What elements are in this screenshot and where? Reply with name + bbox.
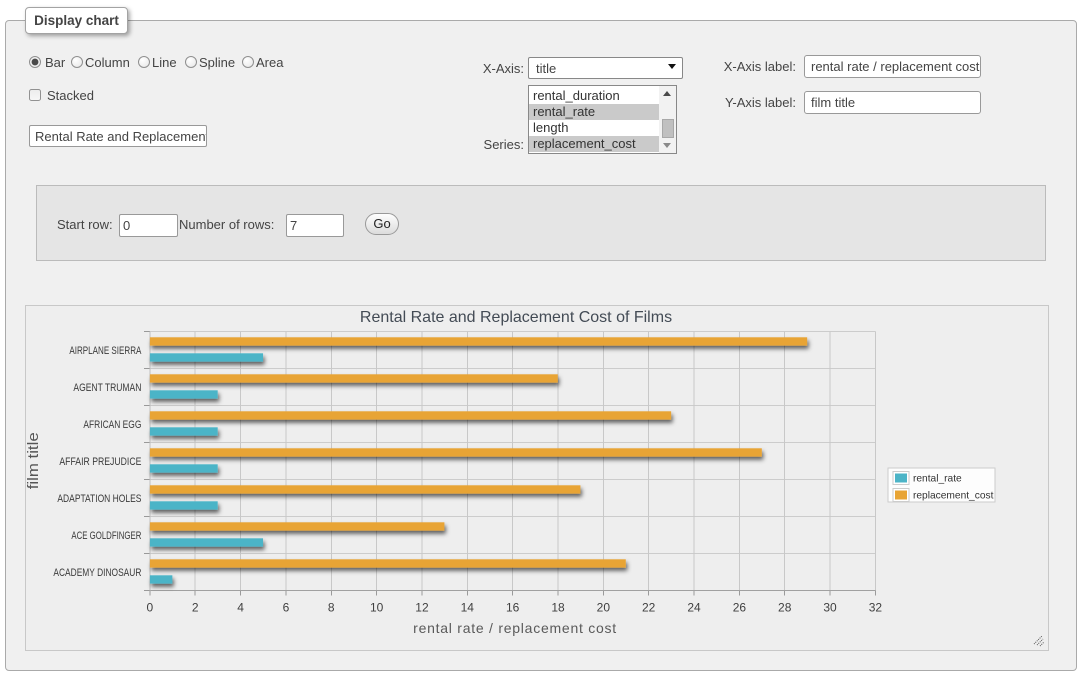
svg-text:rental_rate: rental_rate xyxy=(913,474,962,485)
svg-text:2: 2 xyxy=(192,601,199,615)
svg-text:8: 8 xyxy=(328,601,335,615)
svg-text:replacement_cost: replacement_cost xyxy=(913,491,994,502)
svg-text:26: 26 xyxy=(733,601,747,615)
svg-text:4: 4 xyxy=(237,601,244,615)
svg-text:32: 32 xyxy=(869,601,883,615)
svg-text:24: 24 xyxy=(687,601,701,615)
svg-text:ACE GOLDFINGER: ACE GOLDFINGER xyxy=(71,530,141,542)
svg-text:AIRPLANE SIERRA: AIRPLANE SIERRA xyxy=(69,345,141,357)
svg-text:28: 28 xyxy=(778,601,792,615)
svg-text:AGENT TRUMAN: AGENT TRUMAN xyxy=(73,382,141,394)
svg-text:ADAPTATION HOLES: ADAPTATION HOLES xyxy=(57,493,141,505)
svg-text:ACADEMY DINOSAUR: ACADEMY DINOSAUR xyxy=(53,567,141,579)
svg-text:10: 10 xyxy=(370,601,384,615)
svg-text:18: 18 xyxy=(551,601,565,615)
svg-text:film title: film title xyxy=(26,432,42,489)
svg-text:12: 12 xyxy=(415,601,429,615)
svg-text:Rental Rate and Replacement Co: Rental Rate and Replacement Cost of Film… xyxy=(360,309,672,326)
svg-text:30: 30 xyxy=(823,601,837,615)
svg-text:rental rate / replacement cost: rental rate / replacement cost xyxy=(413,620,616,636)
svg-text:16: 16 xyxy=(506,601,520,615)
svg-text:AFFAIR PREJUDICE: AFFAIR PREJUDICE xyxy=(59,456,141,468)
svg-text:6: 6 xyxy=(283,601,290,615)
svg-text:14: 14 xyxy=(461,601,475,615)
svg-text:AFRICAN EGG: AFRICAN EGG xyxy=(83,419,141,431)
svg-text:20: 20 xyxy=(597,601,611,615)
svg-text:0: 0 xyxy=(147,601,154,615)
svg-text:22: 22 xyxy=(642,601,656,615)
